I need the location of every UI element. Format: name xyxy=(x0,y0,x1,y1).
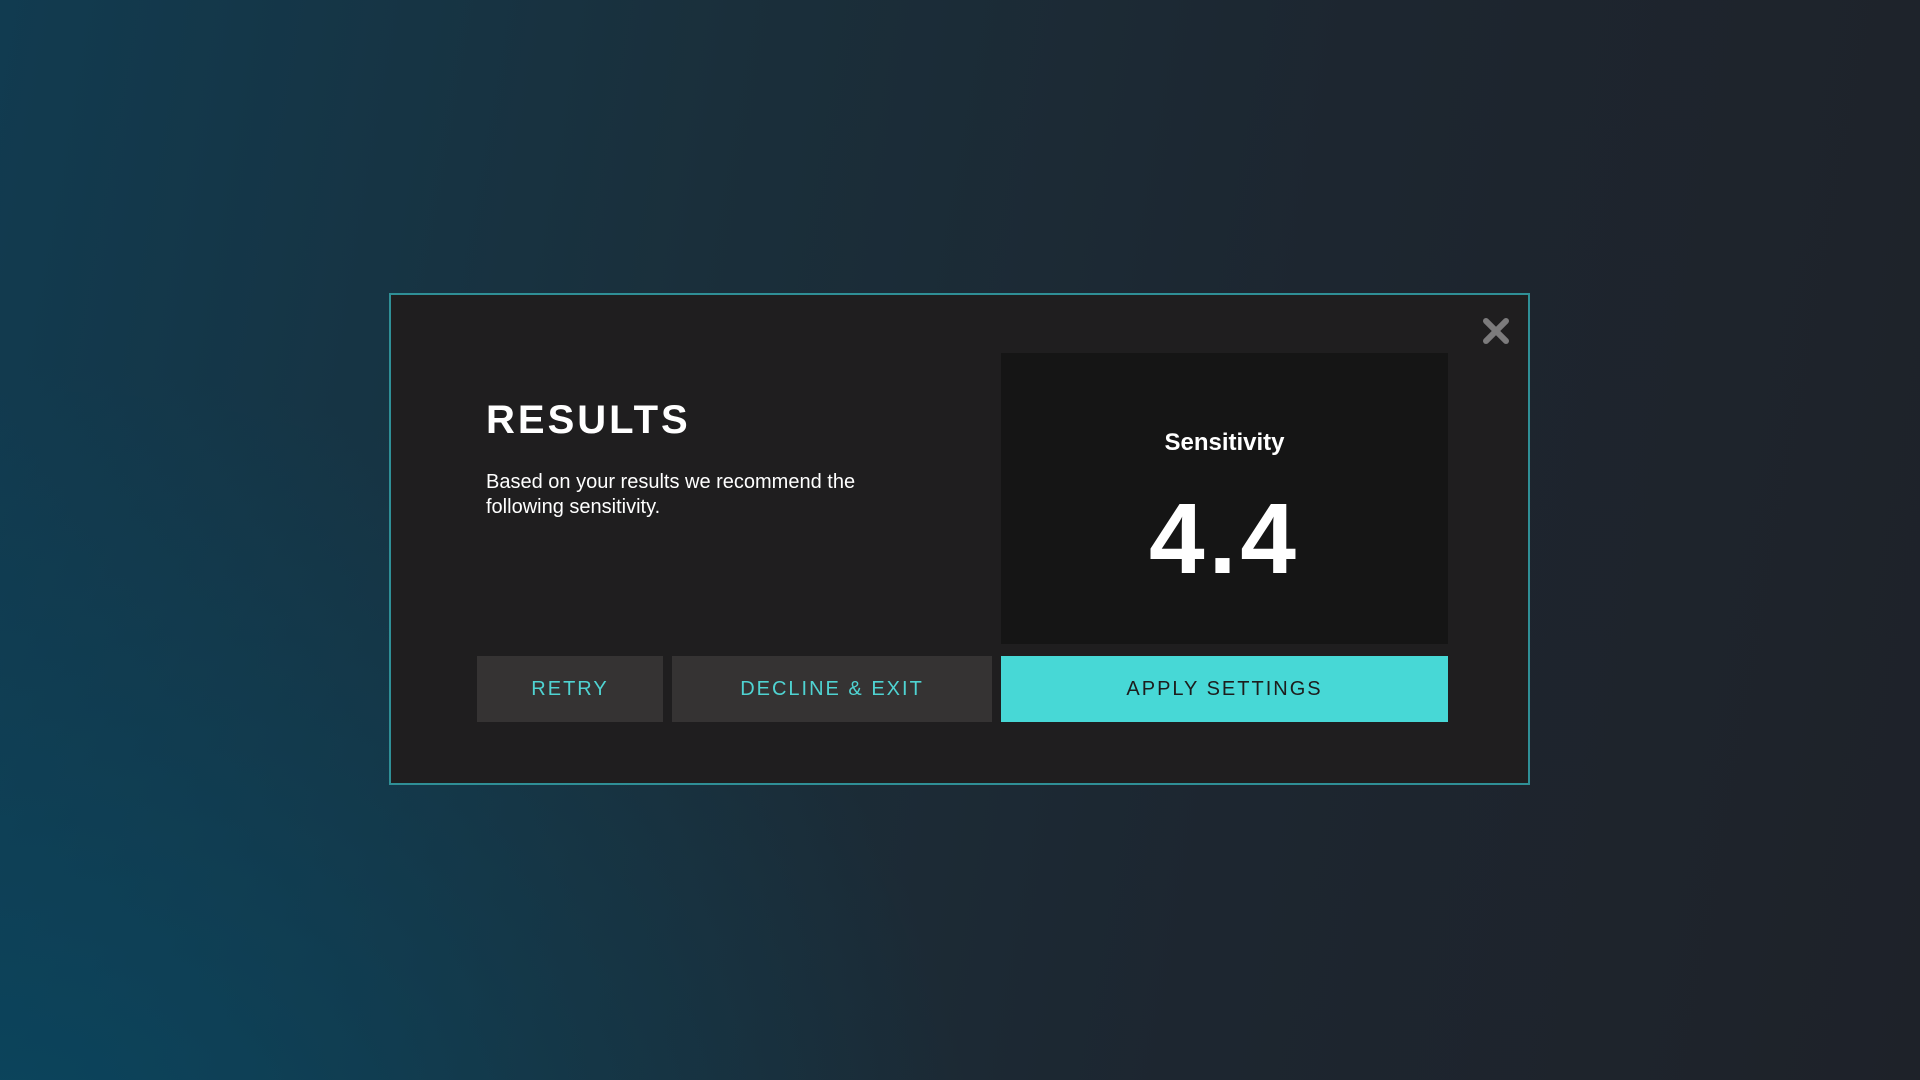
retry-button[interactable]: RETRY xyxy=(477,656,663,722)
apply-settings-button[interactable]: APPLY SETTINGS xyxy=(1001,656,1448,722)
dialog-title: RESULTS xyxy=(486,398,691,442)
results-dialog: RESULTS Based on your results we recomme… xyxy=(389,293,1530,785)
sensitivity-panel: Sensitivity 4.4 xyxy=(1001,353,1448,644)
decline-exit-button[interactable]: DECLINE & EXIT xyxy=(672,656,992,722)
sensitivity-value: 4.4 xyxy=(1148,483,1300,595)
dialog-description: Based on your results we recommend the f… xyxy=(486,471,856,518)
close-icon xyxy=(1483,318,1509,344)
sensitivity-label: Sensitivity xyxy=(1164,429,1285,456)
close-button[interactable] xyxy=(1478,313,1514,349)
